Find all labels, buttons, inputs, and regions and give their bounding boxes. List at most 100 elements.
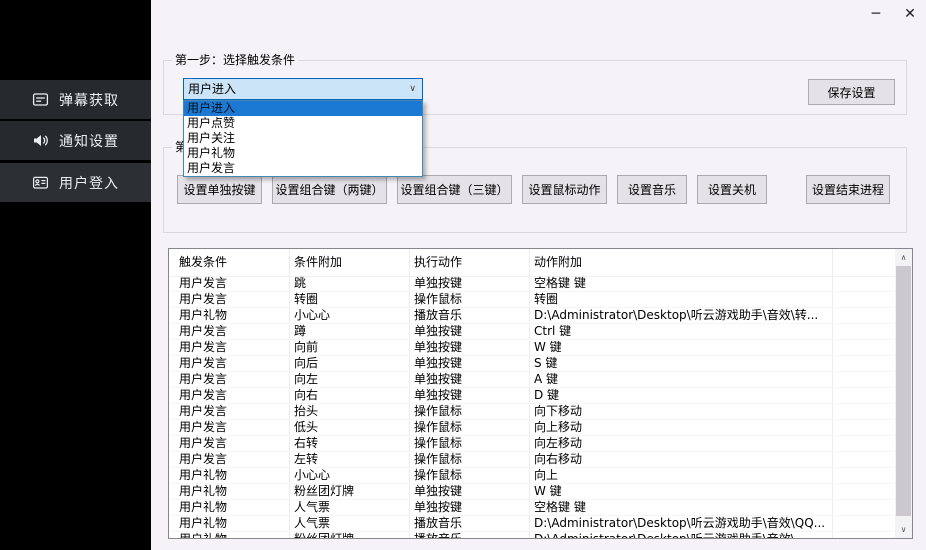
table-cell: 向下移动 [534, 404, 830, 419]
dropdown-option-4[interactable]: 用户礼物 [184, 146, 422, 161]
table-cell: 播放音乐 [414, 516, 526, 531]
table-row[interactable]: 用户礼物小心心播放音乐 D:\Administrator\Desktop\听云游戏… [169, 308, 895, 324]
scroll-down-icon[interactable]: ∨ [895, 521, 912, 538]
table-cell: 用户发言 [179, 324, 287, 339]
table-cell: 转圈 [534, 292, 830, 307]
table-row[interactable]: 用户发言向左单独按键A 键 [169, 372, 895, 388]
table-row[interactable]: 用户礼物人气票播放音乐D:\Administrator\Desktop\听云游戏… [169, 516, 895, 532]
sidebar-item-label: 通知设置 [59, 131, 119, 151]
mapping-table[interactable]: 触发条件条件附加执行动作动作附加 用户发言跳单独按键空格键 键用户发言转圈操作鼠… [168, 248, 913, 539]
vertical-scrollbar[interactable]: ∧ ∨ [895, 249, 912, 538]
dropdown-option-1[interactable]: 用户进入 [184, 101, 422, 116]
sidebar-item-3[interactable]: 用户登入 [0, 163, 151, 202]
table-cell: 用户发言 [179, 276, 287, 291]
table-cell: 单独按键 [414, 356, 526, 371]
dropdown-selected-value: 用户进入 [188, 79, 236, 99]
table-cell: 用户发言 [179, 420, 287, 435]
table-cell: 蹲 [294, 324, 406, 339]
table-cell: 单独按键 [414, 388, 526, 403]
table-cell: 左转 [294, 452, 406, 467]
table-cell: 用户礼物 [179, 516, 287, 531]
table-cell: 单独按键 [414, 340, 526, 355]
table-cell: 操作鼠标 [414, 436, 526, 451]
action-button-2[interactable]: 设置组合键（两键） [272, 175, 387, 204]
sidebar-item-2[interactable]: 通知设置 [0, 121, 151, 160]
table-cell: 人气票 [294, 516, 406, 531]
table-cell: Ctrl 键 [534, 324, 830, 339]
close-icon: ✕ [904, 6, 916, 22]
table-cell: 小心心 [294, 468, 406, 483]
dropdown-option-3[interactable]: 用户关注 [184, 131, 422, 146]
action-button-1[interactable]: 设置单独按键 [177, 175, 262, 204]
danmaku-icon [32, 91, 49, 108]
table-row[interactable]: 用户发言向后单独按键S 键 [169, 356, 895, 372]
close-button[interactable]: ✕ [894, 0, 926, 28]
table-cell: 操作鼠标 [414, 404, 526, 419]
table-cell: 向左 [294, 372, 406, 387]
table-cell: 向上 [534, 468, 830, 483]
action-button-3[interactable]: 设置组合键（三键） [397, 175, 512, 204]
table-cell: 用户发言 [179, 340, 287, 355]
table-cell: 播放音乐 [414, 308, 526, 323]
table-row[interactable]: 用户礼物人气票单独按键空格键 键 [169, 500, 895, 516]
table-body: 用户发言跳单独按键空格键 键用户发言转圈操作鼠标转圈用户礼物小心心播放音乐D:\… [169, 276, 895, 539]
table-cell: 空格键 键 [534, 500, 830, 515]
table-cell: 空格键 键 [534, 276, 830, 291]
table-cell: A 键 [534, 372, 830, 387]
table-cell: 单独按键 [414, 324, 526, 339]
scrollbar-thumb[interactable] [896, 266, 911, 516]
column-header: 条件附加 [294, 249, 406, 276]
column-header: 执行动作 [414, 249, 526, 276]
table-cell: 用户礼物 [179, 468, 287, 483]
action-button-7[interactable]: 设置结束进程 [806, 175, 890, 204]
scroll-up-icon[interactable]: ∧ [895, 249, 912, 266]
table-row[interactable]: 用户发言低头操作鼠标向上移动 [169, 420, 895, 436]
sidebar-item-label: 弹幕获取 [59, 90, 119, 110]
table-cell: 向左移动 [534, 436, 830, 451]
speaker-icon [32, 132, 49, 149]
table-row[interactable]: 用户发言跳单独按键空格键 键 [169, 276, 895, 292]
trigger-condition-dropdown[interactable]: 用户进入 ∨ [183, 78, 423, 100]
table-cell: 右转 [294, 436, 406, 451]
minimize-button[interactable]: ─ [860, 0, 892, 28]
table-row[interactable]: 用户发言转圈操作鼠标转圈 [169, 292, 895, 308]
table-row[interactable]: 用户发言抬头操作鼠标向下移动 [169, 404, 895, 420]
table-cell: D 键 [534, 388, 830, 403]
table-cell: 跳 [294, 276, 406, 291]
action-button-6[interactable]: 设置关机 [697, 175, 767, 204]
action-button-5[interactable]: 设置音乐 [617, 175, 687, 204]
action-button-4[interactable]: 设置鼠标动作 [522, 175, 607, 204]
table-cell: 用户礼物 [179, 500, 287, 515]
table-cell: 向右 [294, 388, 406, 403]
sidebar-item-label: 用户登入 [59, 173, 119, 193]
table-cell: 操作鼠标 [414, 420, 526, 435]
dropdown-option-5[interactable]: 用户发言 [184, 161, 422, 176]
table-row[interactable]: 用户发言向右单独按键 D 键 [169, 388, 895, 404]
table-cell: 用户礼物 [179, 308, 287, 323]
column-header: 动作附加 [534, 249, 830, 276]
save-settings-button[interactable]: 保存设置 [808, 79, 895, 105]
table-cell: 小心心 [294, 308, 406, 323]
id-card-icon [32, 174, 49, 191]
table-cell: W 键 [534, 484, 830, 499]
table-cell: 用户发言 [179, 372, 287, 387]
column-header: 触发条件 [179, 249, 287, 276]
table-cell: S 键 [534, 356, 830, 371]
table-row[interactable]: 用户礼物小心心操作鼠标向上 [169, 468, 895, 484]
table-row[interactable]: 用户礼物粉丝团灯牌单独按键W 键 [169, 484, 895, 500]
table-row[interactable]: 用户发言蹲单独按键 Ctrl 键 [169, 324, 895, 340]
table-row[interactable]: 用户礼物粉丝团灯牌播放音乐D:\Administrator\Desktop\听云… [169, 532, 895, 539]
table-cell: 用户发言 [179, 388, 287, 403]
table-cell: 用户发言 [179, 436, 287, 451]
table-header: 触发条件条件附加执行动作动作附加 [169, 249, 895, 277]
table-row[interactable]: 用户发言左转操作鼠标向右移动 [169, 452, 895, 468]
table-cell: D:\Administrator\Desktop\听云游戏助手\音效\转... [534, 308, 830, 323]
table-row[interactable]: 用户发言向前单独按键W 键 [169, 340, 895, 356]
dropdown-option-2[interactable]: 用户点赞 [184, 116, 422, 131]
table-cell: 用户发言 [179, 292, 287, 307]
table-cell: 单独按键 [414, 276, 526, 291]
sidebar-item-1[interactable]: 弹幕获取 [0, 80, 151, 119]
table-cell: W 键 [534, 340, 830, 355]
table-row[interactable]: 用户发言右转操作鼠标向左移动 [169, 436, 895, 452]
table-cell: 单独按键 [414, 484, 526, 499]
